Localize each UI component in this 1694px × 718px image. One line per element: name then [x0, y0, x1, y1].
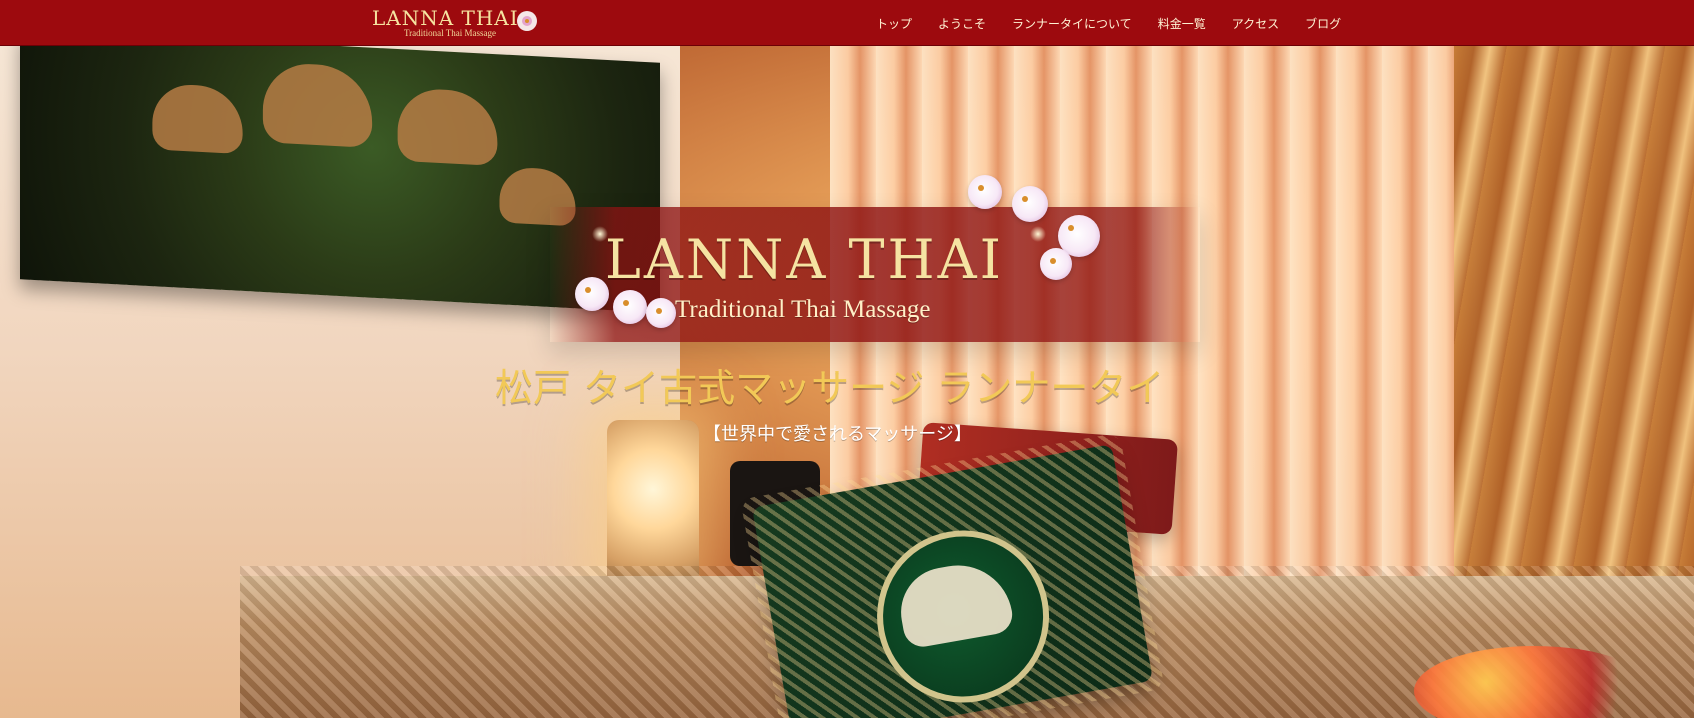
nav-item-top[interactable]: トップ — [876, 15, 912, 32]
elephant-figure — [262, 61, 373, 148]
hero-logo-subtitle: Traditional Thai Massage — [675, 296, 931, 323]
orchid-icon — [517, 11, 537, 31]
top-header: LANNA THAI Traditional Thai Massage トップ … — [0, 0, 1694, 46]
main-navigation: トップ ようこそ ランナータイについて 料金一覧 アクセス ブログ — [876, 15, 1341, 32]
orchid-icon — [1012, 186, 1048, 222]
site-logo-subtitle: Traditional Thai Massage — [404, 28, 496, 38]
orchid-icon — [1040, 248, 1072, 280]
orchid-icon — [613, 290, 647, 324]
orchid-icon — [646, 298, 676, 328]
hero-tagline: 【世界中で愛されるマッサージ】 — [703, 424, 972, 445]
site-logo[interactable]: LANNA THAI Traditional Thai Massage — [372, 6, 537, 40]
hero-headline: 松戸 タイ古式マッサージ ランナータイ — [495, 366, 1165, 410]
orchid-icon — [968, 175, 1002, 209]
nav-item-access[interactable]: アクセス — [1232, 15, 1279, 32]
hero-logo-title: LANNA THAI — [605, 228, 1004, 291]
nav-item-pricing[interactable]: 料金一覧 — [1158, 15, 1206, 32]
orchid-icon — [575, 277, 609, 311]
nav-item-about[interactable]: ランナータイについて — [1012, 15, 1132, 32]
elephant-figure — [152, 82, 243, 155]
nav-item-blog[interactable]: ブログ — [1305, 15, 1341, 32]
nav-item-welcome[interactable]: ようこそ — [938, 15, 986, 32]
elephant-figure — [397, 87, 498, 166]
site-logo-title: LANNA THAI — [372, 6, 519, 30]
